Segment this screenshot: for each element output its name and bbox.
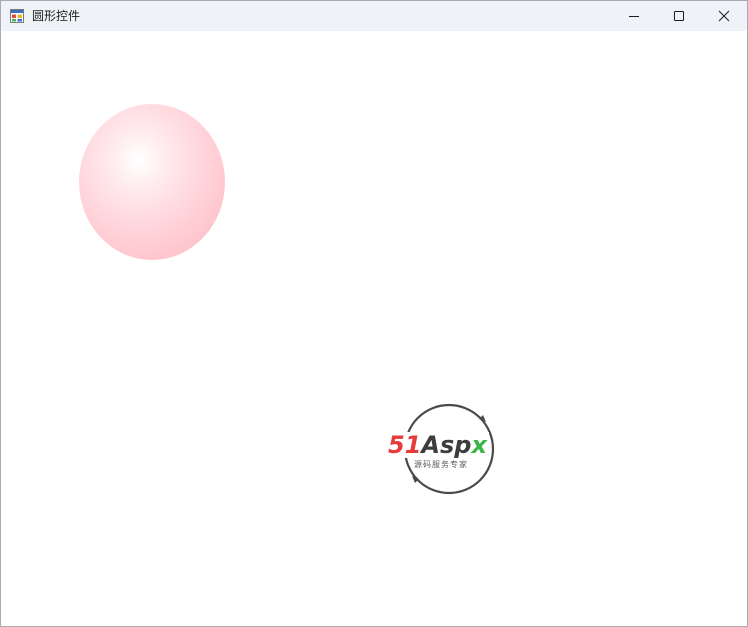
main-window: 圆形控件 51Aspx 源码服务专家 bbox=[0, 0, 748, 627]
maximize-button[interactable] bbox=[656, 1, 702, 31]
form-client-area: 51Aspx 源码服务专家 bbox=[1, 31, 747, 626]
winforms-app-icon bbox=[10, 9, 24, 23]
brand-name: Asp bbox=[421, 431, 472, 459]
watermark-tagline: 源码服务专家 bbox=[414, 460, 468, 469]
minimize-icon bbox=[629, 16, 639, 17]
brand-suffix: x bbox=[471, 431, 487, 459]
title-bar[interactable]: 圆形控件 bbox=[1, 1, 747, 31]
watermark-brand: 51Aspx bbox=[388, 432, 489, 458]
watermark-logo: 51Aspx 源码服务专家 bbox=[387, 403, 513, 495]
minimize-button[interactable] bbox=[611, 1, 657, 31]
maximize-icon bbox=[674, 11, 684, 21]
close-icon bbox=[718, 10, 730, 22]
window-title: 圆形控件 bbox=[32, 9, 81, 23]
brand-number: 51 bbox=[388, 431, 422, 459]
close-button[interactable] bbox=[701, 1, 747, 31]
round-control[interactable] bbox=[79, 104, 225, 260]
